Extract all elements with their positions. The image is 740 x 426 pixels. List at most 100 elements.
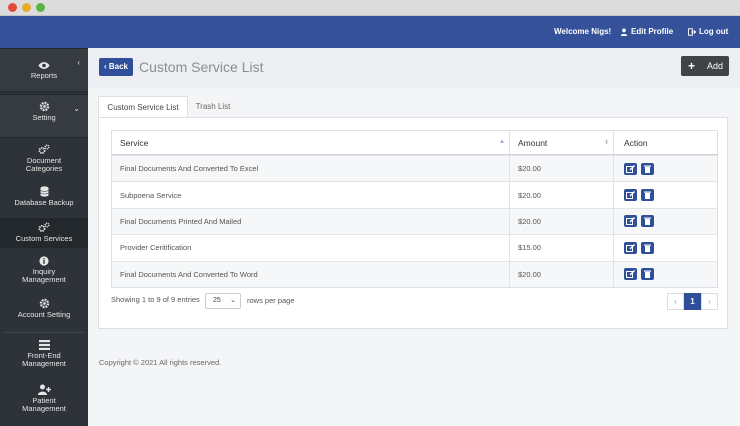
sidebar-item-account-setting[interactable]: Account Setting [0,298,88,324]
amount-cell: $20.00 [510,156,614,182]
delete-button[interactable] [641,241,654,254]
amount-cell: $20.00 [510,261,614,287]
action-cell [614,156,717,181]
tab-custom-service-list[interactable]: Custom Service List [98,96,188,118]
trash-icon [644,270,651,279]
table-header-row: Service ▲ Amount ⬍ Action [112,131,717,155]
column-header-service[interactable]: Service ▲ [112,131,510,154]
amount-cell: $15.00 [510,235,614,261]
sidebar-item-label: Reports [30,71,58,80]
sidebar-item-label: Patient Management [22,396,66,413]
sidebar-item-custom-services[interactable]: Custom Services [0,218,88,248]
sign-out-icon [687,28,697,36]
header-label: Action [624,137,648,148]
trash-icon [644,217,651,226]
logout-link[interactable]: Log out [687,16,729,48]
table-row: Final Documents And Converted To Word $2… [112,260,717,287]
action-cell [614,209,717,234]
table-row: Final Documents Printed And Mailed $20.0… [112,207,717,235]
edit-profile-link[interactable]: Edit Profile [620,16,673,48]
header-label: Service [120,137,149,148]
rows-per-page-select[interactable]: 25 ⌄ [205,293,241,309]
chevron-down-icon: ⌄ [230,297,236,304]
rows-per-page-label: rows per page [247,296,295,305]
sidebar-item-setting[interactable]: Setting ⌄ [0,94,88,138]
minimize-window-icon[interactable] [22,3,31,12]
info-icon [39,256,49,266]
sidebar-item-reports[interactable]: Reports ‹ [0,48,88,92]
sidebar-item-database-backup[interactable]: Database Backup [0,186,88,212]
eye-icon [38,62,50,69]
user-plus-icon [37,384,51,395]
copyright-text: Copyright © 2021 All rights reserved. [99,358,222,367]
sidebar-item-patient-management[interactable]: Patient Management [0,384,88,420]
edit-icon [626,191,635,200]
service-cell: Final Documents And Converted To Word [112,261,510,287]
sidebar-item-label: Account Setting [17,310,71,319]
action-cell [614,235,717,260]
edit-icon [626,270,635,279]
entries-info: Showing 1 to 9 of 9 entries [111,295,200,304]
sidebar-item-front-end-management[interactable]: Front-End Management [0,340,88,374]
maximize-window-icon[interactable] [36,3,45,12]
table-row: Subpoena Service $20.00 [112,181,717,208]
table-row: Final Documents And Converted To Excel $… [112,155,717,182]
column-header-action: Action [614,131,717,154]
edit-button[interactable] [624,189,637,202]
pagination-prev-button[interactable]: ‹ [667,293,684,310]
sort-icon: ⬍ [603,140,609,146]
window-titlebar [0,0,740,16]
sidebar-item-document-categories[interactable]: Document Categories [0,144,88,178]
services-table: Service ▲ Amount ⬍ Action Final Documents … [111,130,718,288]
column-header-amount[interactable]: Amount ⬍ [510,131,614,154]
sidebar-item-label: Inquiry Management [22,267,66,284]
delete-button[interactable] [641,268,654,281]
service-cell: Provider Ceritification [112,235,510,261]
amount-cell: $20.00 [510,208,614,235]
sidebar-item-label: Custom Services [15,234,73,243]
sidebar-item-label: Front-End Management [22,351,66,368]
sidebar-item-label: Database Backup [14,198,74,207]
welcome-text: Welcome Nigs! [554,27,612,36]
edit-icon [626,164,635,173]
list-icon [38,340,50,350]
sidebar-item-label: Setting [32,113,56,122]
sort-asc-icon: ▲ [499,139,505,145]
back-label: Back [108,62,128,71]
edit-button[interactable] [624,241,637,254]
page-title: Custom Service List [139,59,264,75]
edit-button[interactable] [624,162,637,175]
add-button[interactable]: + Add [681,56,729,76]
chevron-left-icon: ‹ [77,58,80,67]
pagination-next-button[interactable]: › [701,293,718,310]
service-cell: Final Documents And Converted To Excel [112,156,510,182]
close-window-icon[interactable] [8,3,17,12]
pagination-page-1[interactable]: 1 [684,293,701,310]
action-cell [614,262,717,287]
chevron-down-icon: ⌄ [73,104,80,113]
sidebar-item-label: Document Categories [25,156,63,173]
service-list-panel: Service ▲ Amount ⬍ Action Final Documents … [98,117,728,329]
page-header: ‹ Back Custom Service List + Add [88,48,740,88]
gear-icon [39,101,49,112]
sidebar-item-inquiry-management[interactable]: Inquiry Management [0,256,88,290]
sidebar-divider [4,332,84,333]
rows-per-page-value: 25 [213,297,221,304]
add-label: Add [707,61,724,71]
main-content: ‹ Back Custom Service List + Add Custom … [88,48,740,426]
edit-profile-label: Edit Profile [631,27,674,36]
user-icon [620,28,628,36]
logout-label: Log out [699,27,729,36]
plus-icon: + [688,59,696,73]
back-button[interactable]: ‹ Back [99,58,133,76]
sidebar: Reports ‹ Setting ⌄ Document Categories … [0,48,88,426]
tab-trash-list[interactable]: Trash List [188,96,238,118]
edit-button[interactable] [624,268,637,281]
delete-button[interactable] [641,162,654,175]
edit-button[interactable] [624,215,637,228]
trash-icon [644,191,651,200]
gears-icon [38,222,50,232]
delete-button[interactable] [641,215,654,228]
delete-button[interactable] [641,189,654,202]
trash-icon [644,165,651,173]
